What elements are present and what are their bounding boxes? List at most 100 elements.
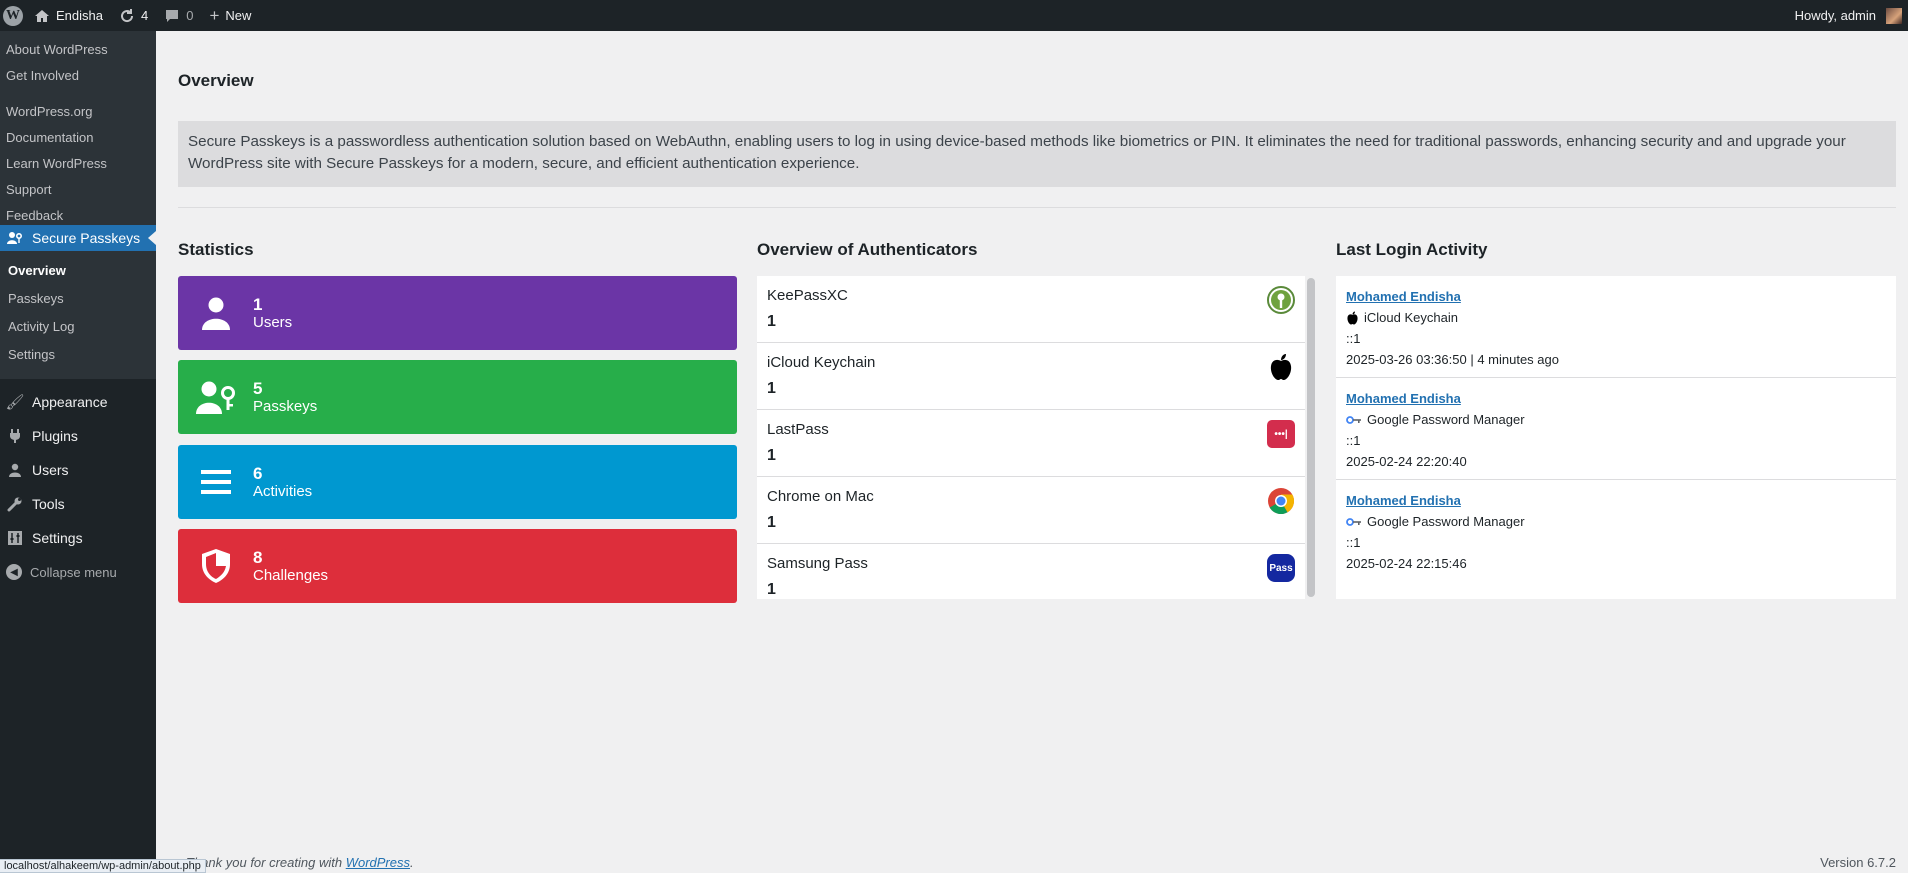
sidebar-item-label: Plugins bbox=[32, 428, 78, 444]
authenticator-name: Samsung Pass bbox=[767, 555, 868, 572]
submenu-activity-log[interactable]: Activity Log bbox=[0, 313, 156, 341]
plus-icon: + bbox=[209, 5, 220, 25]
browser-status-url: localhost/alhakeem/wp-admin/about.php bbox=[0, 859, 206, 873]
stat-value: 8 bbox=[253, 547, 263, 567]
key-icon bbox=[1346, 517, 1361, 526]
wordpress-logo-icon: W bbox=[3, 5, 23, 26]
comments-menu[interactable]: 0 bbox=[156, 0, 201, 31]
user-key-icon bbox=[178, 380, 253, 414]
authenticator-name: Chrome on Mac bbox=[767, 488, 874, 505]
sidebar-item-users[interactable]: Users bbox=[0, 453, 156, 487]
chrome-icon bbox=[1267, 487, 1295, 515]
wordpress-link[interactable]: WordPress bbox=[346, 855, 410, 870]
divider bbox=[178, 207, 1896, 208]
apple-icon bbox=[1267, 353, 1295, 381]
sidebar-item-plugins[interactable]: Plugins bbox=[0, 419, 156, 453]
authenticators-title: Overview of Authenticators bbox=[757, 240, 978, 259]
authenticator-name: LastPass bbox=[767, 421, 829, 438]
new-label: New bbox=[225, 8, 252, 23]
sidebar-item-label: Settings bbox=[32, 530, 83, 546]
authenticator-name: Google Password Manager bbox=[1367, 412, 1525, 427]
submenu-settings[interactable]: Settings bbox=[0, 341, 156, 369]
sidebar-item-settings[interactable]: Settings bbox=[0, 521, 156, 555]
avatar bbox=[1886, 7, 1902, 24]
user-link[interactable]: Mohamed Endisha bbox=[1346, 289, 1461, 304]
admin-bar: W Endisha 4 0 + New Howdy, admin bbox=[0, 0, 1908, 31]
about-wordpress-link[interactable]: About WordPress bbox=[0, 37, 156, 63]
footer-thanks-text: Thank you for creating with bbox=[186, 855, 343, 870]
user-link[interactable]: Mohamed Endisha bbox=[1346, 493, 1461, 508]
new-content-menu[interactable]: + New bbox=[201, 0, 259, 31]
submenu-passkeys[interactable]: Passkeys bbox=[0, 285, 156, 313]
authenticator-count: 1 bbox=[767, 380, 776, 397]
authenticator-count: 1 bbox=[767, 313, 776, 330]
stat-value: 1 bbox=[253, 294, 263, 314]
scrollbar-thumb[interactable] bbox=[1307, 278, 1315, 597]
login-ip: ::1 bbox=[1346, 433, 1361, 448]
authenticators-list: KeePassXC 1 iCloud Keychain 1 LastPass 1… bbox=[757, 276, 1317, 599]
user-icon bbox=[178, 296, 253, 330]
list-icon bbox=[178, 470, 253, 494]
keepassxc-icon bbox=[1267, 286, 1295, 314]
learn-wordpress-link[interactable]: Learn WordPress bbox=[0, 151, 156, 177]
sidebar-item-label: Tools bbox=[32, 496, 65, 512]
collapse-menu-button[interactable]: ◀ Collapse menu bbox=[0, 555, 156, 589]
sliders-icon bbox=[6, 529, 24, 547]
shield-icon bbox=[178, 548, 253, 584]
login-authenticator: Google Password Manager bbox=[1346, 409, 1886, 430]
sidebar-item-tools[interactable]: Tools bbox=[0, 487, 156, 521]
list-item: Samsung Pass 1 Pass bbox=[757, 544, 1305, 599]
apple-icon bbox=[1347, 311, 1358, 324]
stat-label: Challenges bbox=[253, 566, 329, 584]
authenticator-count: 1 bbox=[767, 581, 776, 598]
stat-value: 5 bbox=[253, 378, 263, 398]
login-authenticator: iCloud Keychain bbox=[1346, 307, 1886, 328]
site-name-menu[interactable]: Endisha bbox=[26, 0, 111, 31]
users-icon bbox=[6, 461, 24, 479]
stat-label: Users bbox=[253, 313, 293, 331]
user-link[interactable]: Mohamed Endisha bbox=[1346, 391, 1461, 406]
updates-count: 4 bbox=[140, 8, 149, 23]
wordpress-org-link[interactable]: WordPress.org bbox=[0, 99, 156, 125]
site-name: Endisha bbox=[56, 8, 103, 23]
authenticator-count: 1 bbox=[767, 447, 776, 464]
login-authenticator: Google Password Manager bbox=[1346, 511, 1886, 532]
home-icon bbox=[35, 9, 49, 22]
sidebar-item-appearance[interactable]: 🖌︎ Appearance bbox=[0, 385, 156, 419]
wordpress-logo-menu[interactable]: W bbox=[0, 0, 26, 31]
secure-passkeys-submenu: Overview Passkeys Activity Log Settings bbox=[0, 251, 156, 379]
authenticator-name: iCloud Keychain bbox=[1364, 310, 1458, 325]
stat-card-users: 1 Users bbox=[178, 276, 737, 350]
sidebar-item-secure-passkeys[interactable]: Secure Passkeys bbox=[0, 225, 156, 251]
authenticator-name: KeePassXC bbox=[767, 287, 848, 304]
footer-thanks: Thank you for creating with WordPress. bbox=[186, 855, 414, 870]
get-involved-link[interactable]: Get Involved bbox=[0, 63, 156, 89]
plugin-description: Secure Passkeys is a passwordless authen… bbox=[178, 121, 1896, 187]
wp-logo-submenu: About WordPress Get Involved WordPress.o… bbox=[0, 31, 156, 235]
plug-icon bbox=[6, 427, 24, 445]
sidebar-item-label: Appearance bbox=[32, 394, 108, 410]
comment-icon bbox=[166, 9, 179, 22]
last-login-title: Last Login Activity bbox=[1336, 240, 1488, 259]
lastpass-icon: •••| bbox=[1267, 420, 1295, 448]
documentation-link[interactable]: Documentation bbox=[0, 125, 156, 151]
support-link[interactable]: Support bbox=[0, 177, 156, 203]
user-key-icon bbox=[6, 229, 24, 247]
comments-count: 0 bbox=[186, 8, 194, 23]
key-icon bbox=[1346, 415, 1361, 424]
authenticator-count: 1 bbox=[767, 514, 776, 531]
sidebar-item-label: Secure Passkeys bbox=[32, 230, 141, 246]
stat-label: Activities bbox=[253, 482, 313, 500]
submenu-overview[interactable]: Overview bbox=[0, 257, 156, 285]
updates-menu[interactable]: 4 bbox=[111, 0, 156, 31]
list-item: Mohamed Endisha Google Password Manager … bbox=[1336, 480, 1896, 582]
authenticator-name: iCloud Keychain bbox=[767, 354, 876, 371]
collapse-icon: ◀ bbox=[6, 564, 22, 580]
list-item: Chrome on Mac 1 bbox=[757, 477, 1305, 544]
account-menu[interactable]: Howdy, admin bbox=[1787, 0, 1908, 31]
list-item: iCloud Keychain 1 bbox=[757, 343, 1305, 410]
login-time: 2025-02-24 22:15:46 bbox=[1346, 556, 1467, 571]
last-login-list: Mohamed Endisha iCloud Keychain ::1 2025… bbox=[1336, 276, 1896, 599]
list-item: KeePassXC 1 bbox=[757, 276, 1305, 343]
scrollbar[interactable] bbox=[1305, 276, 1317, 599]
